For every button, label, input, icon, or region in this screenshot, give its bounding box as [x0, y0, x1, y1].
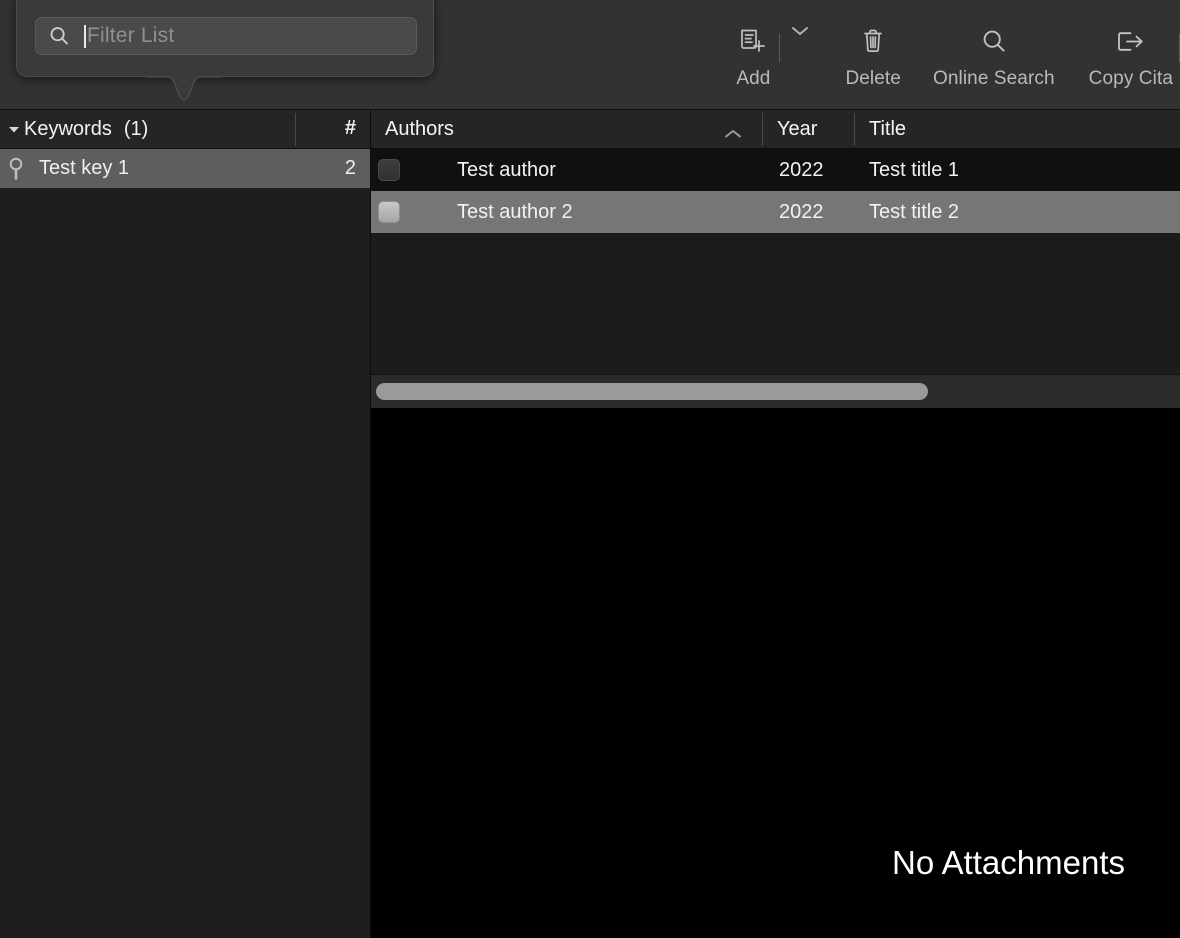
scrollbar-thumb[interactable] — [376, 383, 928, 400]
popover-tail — [146, 76, 222, 101]
keywords-header[interactable]: Keywords (1) # — [0, 110, 370, 149]
toolbar-label-copy-citation: Copy Cita — [1088, 68, 1173, 89]
keyword-count: 2 — [344, 157, 356, 179]
keyword-label: Test key 1 — [39, 157, 130, 179]
column-header-authors-label: Authors — [385, 117, 454, 140]
triangle-down-icon[interactable] — [0, 124, 22, 134]
filter-search-placeholder: Filter List — [87, 24, 175, 47]
attachment-preview-panel: No Attachments — [371, 408, 1180, 938]
filter-list-popover: Filter List — [16, 0, 434, 77]
search-icon — [978, 22, 1010, 62]
toolbar-items: Add Delete Online Search Copy Cita — [718, 0, 1180, 110]
export-arrow-icon — [1114, 22, 1148, 62]
toolbar-separator — [779, 34, 781, 62]
table-row[interactable]: Test author 2 2022 Test title 2 — [371, 191, 1180, 233]
cell-authors: Test author — [457, 158, 556, 181]
references-table-panel: Authors Year Title Test author 2022 Test… — [371, 110, 1180, 408]
add-dropdown-button[interactable] — [789, 0, 811, 40]
chevron-down-icon — [792, 27, 809, 35]
keyword-list-item[interactable]: Test key 1 2 — [0, 149, 370, 188]
no-attachments-message: No Attachments — [892, 844, 1125, 881]
table-row[interactable]: Test author 2022 Test title 1 — [371, 149, 1180, 191]
toolbar-label-online-search: Online Search — [932, 68, 1055, 89]
toolbar-button-copy-citation[interactable]: Copy Cita — [1071, 0, 1173, 110]
toolbar-button-delete[interactable]: Delete — [811, 0, 917, 110]
cell-year: 2022 — [779, 200, 824, 223]
column-header-year[interactable]: Year — [763, 110, 855, 149]
toolbar-label-delete: Delete — [845, 68, 901, 89]
toolbar-button-add[interactable]: Add — [718, 0, 770, 110]
column-header-authors[interactable]: Authors — [371, 110, 763, 149]
text-cursor — [84, 24, 86, 48]
toolbar-label-add: Add — [736, 68, 771, 89]
table-header-row: Authors Year Title — [371, 110, 1180, 149]
cell-title: Test title 1 — [869, 158, 960, 181]
keywords-sidebar: Keywords (1) # Test key 1 2 — [0, 110, 371, 938]
column-header-title-label: Title — [869, 117, 907, 140]
toolbar-button-online-search[interactable]: Online Search — [917, 0, 1071, 110]
cell-authors: Test author 2 — [457, 200, 573, 223]
keywords-title: Keywords — [24, 117, 112, 140]
keywords-count: (1) — [123, 117, 149, 140]
horizontal-scrollbar[interactable] — [371, 374, 1180, 408]
app-window: Add Delete Online Search Copy Cita Filte… — [0, 0, 1180, 938]
sidebar-column-separator — [295, 113, 296, 146]
row-checkbox[interactable] — [378, 201, 400, 223]
cell-title: Test title 2 — [869, 200, 960, 223]
trash-icon — [858, 22, 888, 62]
column-header-year-label: Year — [777, 117, 818, 140]
document-add-icon — [737, 22, 769, 62]
keywords-count-column-header: # — [344, 117, 356, 139]
column-header-title[interactable]: Title — [855, 110, 1180, 149]
row-checkbox[interactable] — [378, 159, 400, 181]
row-checkbox-cell[interactable] — [371, 201, 407, 223]
cell-year: 2022 — [779, 158, 824, 181]
row-checkbox-cell[interactable] — [371, 159, 407, 181]
keyword-pin-icon — [0, 156, 32, 182]
search-icon — [50, 26, 68, 45]
chevron-up-icon — [723, 123, 743, 146]
filter-search-field[interactable]: Filter List — [35, 17, 417, 55]
